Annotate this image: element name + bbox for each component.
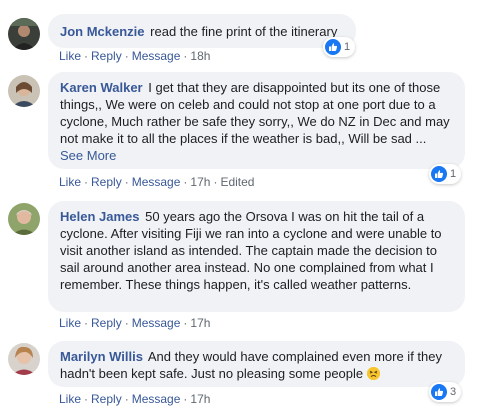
reaction-number: 1	[344, 41, 351, 53]
avatar[interactable]	[8, 75, 40, 107]
comment-bubble: Helen James 50 years ago the Orsova I wa…	[48, 201, 465, 312]
like-link[interactable]: Like	[59, 316, 81, 330]
separator-dot: ·	[124, 392, 129, 406]
comment-author[interactable]: Helen James	[60, 209, 140, 224]
separator-dot: ·	[84, 49, 89, 63]
comment-bubble: Marilyn Willis And they would have compl…	[48, 341, 465, 387]
separator-dot: ·	[84, 392, 89, 406]
like-reaction-icon	[431, 166, 447, 182]
comment-author[interactable]: Marilyn Willis	[60, 349, 143, 364]
reaction-count[interactable]: 1	[323, 37, 356, 57]
like-link[interactable]: Like	[59, 49, 81, 63]
comment-bubble: Karen Walker I get that they are disappo…	[48, 72, 465, 169]
like-link[interactable]: Like	[59, 175, 81, 189]
separator-dot: ·	[183, 175, 188, 189]
separator-dot: ·	[124, 175, 129, 189]
like-link[interactable]: Like	[59, 392, 81, 406]
timestamp[interactable]: 17h	[190, 175, 210, 189]
comment-author[interactable]: Karen Walker	[60, 80, 143, 95]
edited-label[interactable]: Edited	[220, 175, 254, 189]
separator-dot: ·	[124, 316, 129, 330]
reply-link[interactable]: Reply	[91, 316, 122, 330]
comment-bubble: Jon Mckenzie read the fine print of the …	[48, 14, 356, 48]
reply-link[interactable]: Reply	[91, 392, 122, 406]
timestamp[interactable]: 17h	[190, 392, 210, 406]
comment-actions: Like · Reply · Message · 18h	[59, 49, 210, 63]
like-reaction-icon	[325, 39, 341, 55]
separator-dot: ·	[183, 49, 188, 63]
comment-text: read the fine print of the itinerary	[150, 24, 338, 39]
avatar[interactable]	[8, 203, 40, 235]
persevering-face-emoji-icon	[366, 367, 380, 380]
reaction-count[interactable]: 3	[429, 382, 462, 402]
comment-author[interactable]: Jon Mckenzie	[60, 24, 145, 39]
message-link[interactable]: Message	[132, 392, 181, 406]
message-link[interactable]: Message	[132, 316, 181, 330]
reaction-count[interactable]: 1	[429, 164, 462, 184]
message-link[interactable]: Message	[132, 175, 181, 189]
avatar[interactable]	[8, 18, 40, 50]
reply-link[interactable]: Reply	[91, 175, 122, 189]
separator-dot: ·	[124, 49, 129, 63]
separator-dot: ·	[213, 175, 218, 189]
comment-actions: Like · Reply · Message · 17h · Edited	[59, 175, 254, 189]
separator-dot: ·	[84, 316, 89, 330]
reply-link[interactable]: Reply	[91, 49, 122, 63]
see-more-link[interactable]: See More	[60, 148, 116, 163]
reaction-number: 3	[450, 386, 457, 398]
message-link[interactable]: Message	[132, 49, 181, 63]
separator-dot: ·	[183, 392, 188, 406]
timestamp[interactable]: 18h	[190, 49, 210, 63]
like-reaction-icon	[431, 384, 447, 400]
comment-actions: Like · Reply · Message · 17h	[59, 392, 210, 406]
reaction-number: 1	[450, 168, 457, 180]
comment-actions: Like · Reply · Message · 17h	[59, 316, 210, 330]
separator-dot: ·	[183, 316, 188, 330]
separator-dot: ·	[84, 175, 89, 189]
avatar[interactable]	[8, 343, 40, 375]
timestamp[interactable]: 17h	[190, 316, 210, 330]
